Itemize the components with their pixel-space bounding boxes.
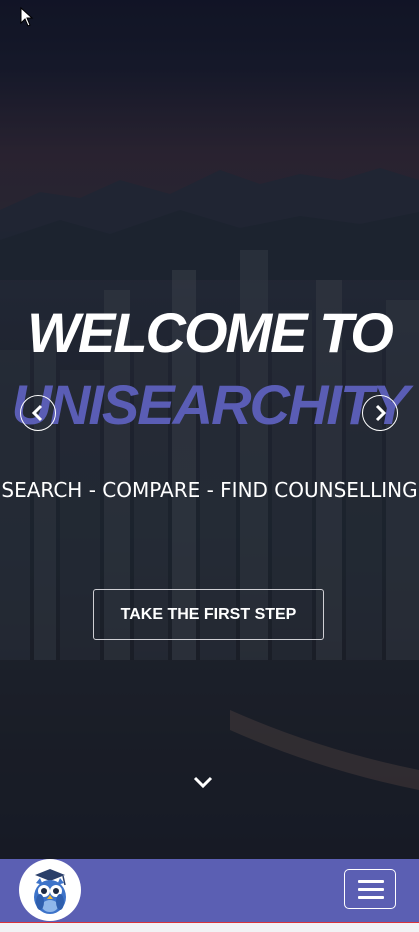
take-first-step-button[interactable]: TAKE THE FIRST STEP [93,589,324,640]
hero-title-line1: WELCOME TO [27,301,394,364]
owl-logo-icon [34,869,66,914]
chevron-down-icon[interactable] [192,774,214,790]
hamburger-menu-icon [358,880,384,883]
carousel-next-button[interactable] [362,395,398,431]
hamburger-bar [358,888,384,891]
chevron-right-icon [375,404,387,422]
site-logo[interactable] [19,859,81,921]
hero-tagline: SEARCH - COMPARE - FIND COUNSELLING [1,478,418,502]
chevron-left-icon [31,404,43,422]
hero-title-brand: UNISEARCHITY [11,373,409,436]
carousel-prev-button[interactable] [20,395,56,431]
hamburger-bar [358,896,384,899]
hamburger-menu-button[interactable] [344,869,396,909]
mouse-cursor-icon [20,7,34,27]
